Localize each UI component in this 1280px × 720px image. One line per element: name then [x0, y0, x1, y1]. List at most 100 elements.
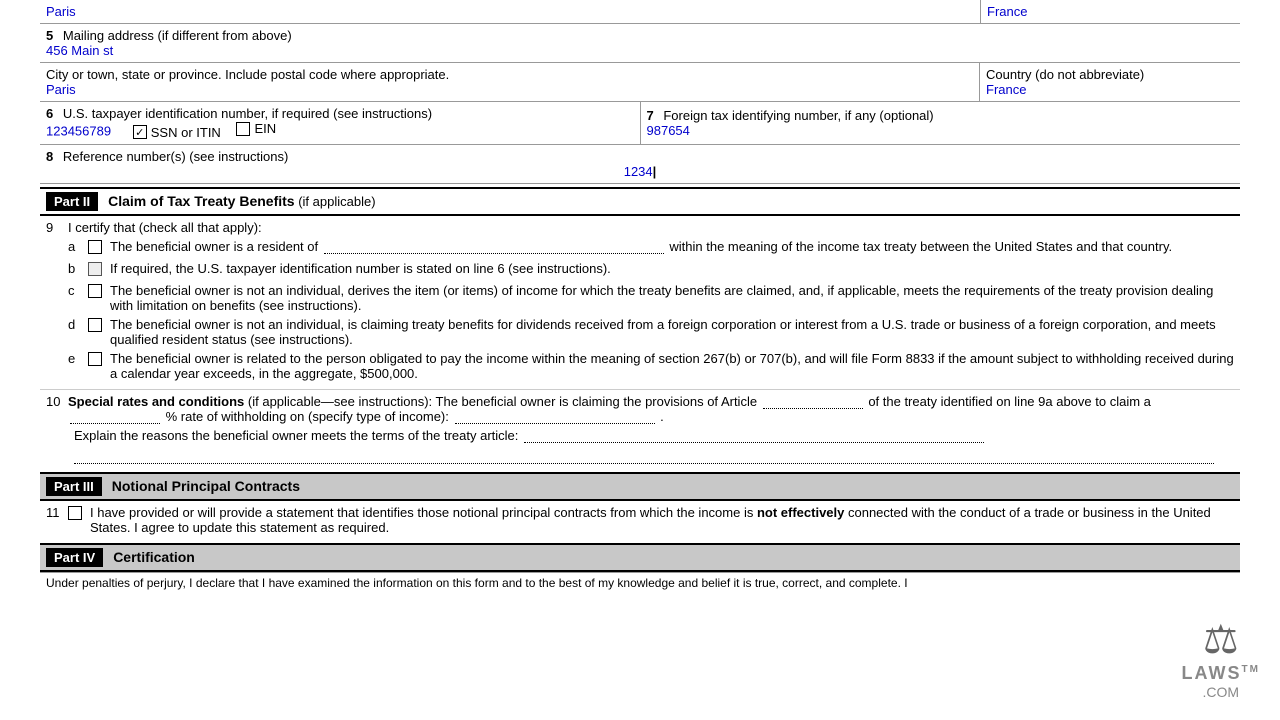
part-iii-label: Part III [46, 477, 102, 496]
city-label-cell: City or town, state or province. Include… [40, 63, 980, 101]
section9-num: 9 [46, 220, 68, 235]
section10-explain-dotted [524, 442, 984, 443]
country-label-text: Country (do not abbreviate) [986, 67, 1234, 82]
section10-text: Special rates and conditions (if applica… [68, 394, 1234, 424]
item-c-checkbox-container[interactable] [88, 283, 110, 301]
row8-value: 1234 [624, 164, 653, 179]
section11-row: 11 I have provided or will provide a sta… [46, 505, 1234, 535]
item-b-text: If required, the U.S. taxpayer identific… [110, 261, 1234, 276]
part-ii-header-row: Part II Claim of Tax Treaty Benefits (if… [40, 187, 1240, 216]
city-country-row: City or town, state or province. Include… [40, 63, 1240, 102]
row5-address-value: 456 Main st [46, 43, 113, 58]
item-e-checkbox-container[interactable] [88, 351, 110, 369]
scales-icon: ⚖ [1203, 617, 1239, 663]
top-city-cell: Paris [40, 0, 980, 23]
item-e-text: The beneficial owner is related to the p… [110, 351, 1234, 381]
item-d-checkbox[interactable] [88, 318, 102, 332]
watermark-tm: TM [1242, 664, 1260, 675]
ssn-checkbox[interactable] [133, 125, 147, 139]
watermark-icon-container: ⚖ LAWSTM .COM [1182, 617, 1260, 700]
part-iv-title: Certification [113, 549, 195, 565]
watermark: ⚖ LAWSTM .COM [1182, 617, 1260, 700]
section10-bold: Special rates and conditions [68, 394, 244, 409]
ein-label: EIN [254, 121, 276, 136]
section9-item-e: e The beneficial owner is related to the… [68, 351, 1234, 381]
section9-item-b: b If required, the U.S. taxpayer identif… [68, 261, 1234, 279]
item-b-checkbox-container[interactable] [88, 261, 110, 279]
country-value: France [986, 82, 1234, 97]
item-b-checkbox[interactable] [88, 262, 102, 276]
section11-text: I have provided or will provide a statem… [90, 505, 1234, 535]
section11-checkbox-container[interactable] [68, 505, 90, 523]
section10-rest: (if applicable—see instructions): The be… [244, 394, 757, 409]
city-country-top-row: Paris France [40, 0, 1240, 24]
section10-extra-dotted [74, 463, 1214, 464]
section-10: 10 Special rates and conditions (if appl… [40, 389, 1240, 468]
page-container: Paris France 5 Mailing address (if diffe… [0, 0, 1280, 593]
taxid-row: 6 U.S. taxpayer identification number, i… [40, 102, 1240, 145]
part-iii-title: Notional Principal Contracts [112, 478, 300, 494]
item-d-text: The beneficial owner is not an individua… [110, 317, 1234, 347]
item-a-checkbox-container[interactable] [88, 239, 110, 257]
section-11: 11 I have provided or will provide a sta… [40, 501, 1240, 543]
reference-row: 8 Reference number(s) (see instructions)… [40, 145, 1240, 184]
section9-header-row: 9 I certify that (check all that apply): [46, 220, 1234, 235]
section10-rate-dotted [70, 423, 160, 424]
row6-label: 6 [46, 106, 53, 121]
footer-text: Under penalties of perjury, I declare th… [40, 572, 1240, 593]
item-a-text-before: The beneficial owner is a resident of [110, 239, 318, 254]
section10-num: 10 [46, 394, 68, 409]
section9-item-c: c The beneficial owner is not an individ… [68, 283, 1234, 313]
watermark-domain: .COM [1202, 684, 1239, 700]
top-city-value: Paris [46, 4, 76, 19]
item-a-letter: a [68, 239, 88, 254]
section10-text2: of the treaty identified on line 9a abov… [868, 394, 1151, 409]
row6-text: U.S. taxpayer identification number, if … [63, 106, 432, 121]
watermark-brand-text: LAWS [1182, 663, 1242, 683]
item-c-letter: c [68, 283, 88, 298]
top-country-cell: France [980, 0, 1240, 23]
section10-explain-row: Explain the reasons the beneficial owner… [46, 428, 1234, 443]
item-a-text: The beneficial owner is a resident of wi… [110, 239, 1234, 254]
row7-label: 7 [647, 108, 654, 123]
item-e-checkbox[interactable] [88, 352, 102, 366]
item-c-text: The beneficial owner is not an individua… [110, 283, 1234, 313]
mailing-address-row: 5 Mailing address (if different from abo… [40, 24, 1240, 63]
part-ii-title: Claim of Tax Treaty Benefits [108, 193, 294, 209]
item-a-text-after: within the meaning of the income tax tre… [669, 239, 1172, 254]
item-c-checkbox[interactable] [88, 284, 102, 298]
section10-text4: . [660, 409, 664, 424]
ein-checkbox-group[interactable]: EIN [236, 121, 276, 136]
top-country-value: France [987, 4, 1027, 19]
row5-label: 5 [46, 28, 53, 43]
ssn-checkbox-group[interactable]: SSN or ITIN [133, 125, 221, 140]
item-d-letter: d [68, 317, 88, 332]
section-9: 9 I certify that (check all that apply):… [40, 216, 1240, 389]
row8-text: Reference number(s) (see instructions) [63, 149, 288, 164]
section10-article-dotted [763, 408, 863, 409]
row6-value: 123456789 [46, 124, 111, 139]
section9-item-a: a The beneficial owner is a resident of … [68, 239, 1234, 257]
section10-row: 10 Special rates and conditions (if appl… [46, 394, 1234, 424]
section9-text: I certify that (check all that apply): [68, 220, 262, 235]
section9-item-d: d The beneficial owner is not an individ… [68, 317, 1234, 347]
part-iv-header-row: Part IV Certification [40, 543, 1240, 572]
row7-text: Foreign tax identifying number, if any (… [663, 108, 933, 123]
section10-extra-dotted-row [46, 443, 1234, 464]
item-a-checkbox[interactable] [88, 240, 102, 254]
item-a-dotted [324, 253, 664, 254]
part-iv-label: Part IV [46, 548, 103, 567]
section10-text3: % rate of withholding on (specify type o… [166, 409, 449, 424]
footer-content: Under penalties of perjury, I declare th… [46, 576, 908, 590]
section11-checkbox[interactable] [68, 506, 82, 520]
item-b-letter: b [68, 261, 88, 276]
ssn-label: SSN or ITIN [151, 125, 221, 140]
ein-checkbox[interactable] [236, 122, 250, 136]
item-e-letter: e [68, 351, 88, 366]
city-label-text: City or town, state or province. Include… [46, 67, 973, 82]
city-value: Paris [46, 82, 973, 97]
watermark-brand: LAWSTM [1182, 663, 1260, 684]
item-d-checkbox-container[interactable] [88, 317, 110, 335]
country-label-cell: Country (do not abbreviate) France [980, 63, 1240, 101]
section10-income-dotted [455, 423, 655, 424]
